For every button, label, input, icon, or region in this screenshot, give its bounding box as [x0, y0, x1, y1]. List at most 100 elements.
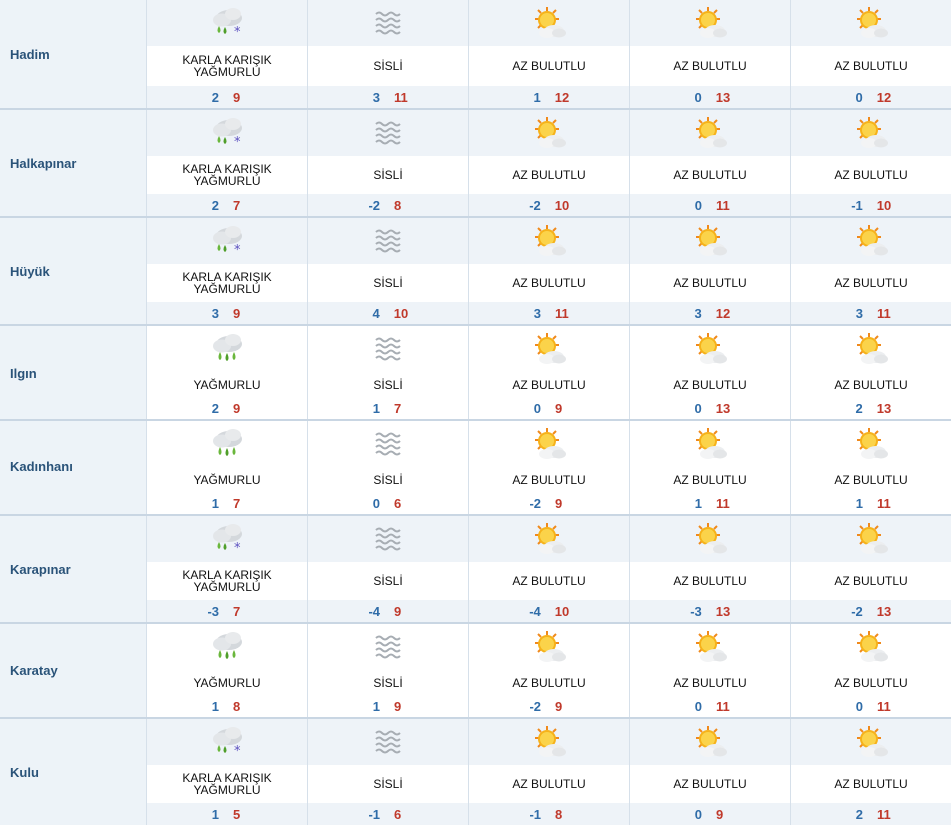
forecast-day-cell: AZ BULUTLU -2 13	[791, 516, 951, 622]
district-name[interactable]: Halkapınar	[10, 156, 76, 171]
forecast-day-cell: AZ BULUTLU 2 11	[791, 719, 951, 825]
weather-icon-area	[308, 326, 468, 372]
min-temperature: 1	[211, 806, 219, 822]
min-temperature: -2	[529, 197, 541, 213]
condition-label: YAĞMURLU	[147, 670, 307, 695]
max-temperature: 9	[716, 806, 724, 822]
temperature-range: 3 11	[791, 302, 951, 324]
forecast-day-cell: * KARLA KARIŞIK YAĞMURLU 3 9	[147, 218, 308, 324]
fog-icon	[368, 115, 408, 151]
table-row: Hüyük * KARLA KARIŞIK YAĞMURLU 3 9 SİSLİ 4 1…	[0, 216, 951, 324]
min-temperature: -4	[368, 603, 380, 619]
forecast-day-cell: AZ BULUTLU -3 13	[630, 516, 791, 622]
min-temperature: -3	[207, 603, 219, 619]
temperature-range: 3 11	[308, 86, 468, 108]
max-temperature: 6	[394, 806, 402, 822]
temperature-range: 3 11	[469, 302, 629, 324]
temperature-range: -2 13	[791, 600, 951, 622]
condition-label: KARLA KARIŞIK YAĞMURLU	[147, 562, 307, 600]
weather-icon-area	[630, 218, 790, 264]
weather-icon-area	[308, 624, 468, 670]
partly-cloudy-sun-icon	[851, 5, 891, 41]
temperature-range: 18	[147, 695, 307, 717]
partly-cloudy-sun-icon	[529, 521, 569, 557]
min-temperature: 0	[372, 495, 380, 511]
sleet-icon: *	[207, 223, 247, 259]
forecast-day-cell: AZ BULUTLU 1 11	[791, 421, 951, 514]
table-row: Ilgın YAĞMURLU 2 9 SİSLİ 1 7 AZ BULUTLU 0 9	[0, 324, 951, 419]
max-temperature: 11	[716, 197, 730, 213]
condition-label: AZ BULUTLU	[791, 467, 951, 492]
condition-label: AZ BULUTLU	[630, 765, 790, 803]
district-name[interactable]: Hüyük	[10, 264, 50, 279]
weather-icon-area	[147, 624, 307, 670]
forecast-day-cell: AZ BULUTLU 1 11	[630, 421, 791, 514]
forecast-day-cell: SİSLİ -2 8	[308, 110, 469, 216]
temperature-range: 0 13	[630, 86, 790, 108]
district-cell: Karapınar	[0, 516, 147, 622]
district-name[interactable]: Kadınhanı	[10, 459, 73, 474]
forecast-day-cell: AZ BULUTLU 0 9	[630, 719, 791, 825]
temperature-range: -2 10	[469, 194, 629, 216]
temperature-range: 2 13	[791, 397, 951, 419]
condition-label: AZ BULUTLU	[791, 562, 951, 600]
condition-label: YAĞMURLU	[147, 467, 307, 492]
district-name[interactable]: Karapınar	[10, 562, 71, 577]
condition-label: AZ BULUTLU	[469, 156, 629, 194]
max-temperature: 7	[233, 495, 241, 511]
min-temperature: 0	[855, 89, 863, 105]
district-name[interactable]: Ilgın	[10, 366, 37, 381]
district-name[interactable]: Hadim	[10, 47, 50, 62]
condition-label: AZ BULUTLU	[469, 765, 629, 803]
forecast-day-cell: AZ BULUTLU 0 11	[630, 110, 791, 216]
min-temperature: 2	[855, 400, 863, 416]
temperature-range: 17	[147, 492, 307, 514]
rain-icon	[207, 426, 247, 462]
min-temperature: 2	[211, 89, 219, 105]
temperature-range: 09	[630, 803, 790, 825]
min-temperature: -2	[368, 197, 380, 213]
condition-label: YAĞMURLU	[147, 372, 307, 397]
district-name[interactable]: Kulu	[10, 765, 39, 780]
partly-cloudy-sun-icon	[690, 629, 730, 665]
fog-icon	[368, 223, 408, 259]
max-temperature: 9	[233, 400, 241, 416]
weather-icon-area	[791, 516, 951, 562]
min-temperature: -1	[529, 806, 541, 822]
forecast-day-cell: AZ BULUTLU 2 13	[791, 326, 951, 419]
temperature-range: -4 10	[469, 600, 629, 622]
temperature-range: -1 10	[791, 194, 951, 216]
weather-icon-area	[630, 516, 790, 562]
condition-label: KARLA KARIŞIK YAĞMURLU	[147, 46, 307, 86]
max-temperature: 10	[393, 305, 409, 321]
max-temperature: 13	[876, 603, 892, 619]
partly-cloudy-sun-icon	[851, 426, 891, 462]
partly-cloudy-sun-icon	[529, 5, 569, 41]
forecast-day-cell: SİSLİ 3 11	[308, 0, 469, 108]
forecast-day-cell: AZ BULUTLU -1 10	[791, 110, 951, 216]
weather-icon-area	[791, 110, 951, 156]
condition-label: AZ BULUTLU	[469, 467, 629, 492]
max-temperature: 9	[233, 89, 241, 105]
temperature-range: 0 11	[630, 695, 790, 717]
forecast-day-cell: YAĞMURLU 1 8	[147, 624, 308, 717]
district-name[interactable]: Karatay	[10, 663, 58, 678]
temperature-range: 09	[469, 397, 629, 419]
min-temperature: 0	[694, 400, 702, 416]
max-temperature: 9	[394, 698, 402, 714]
weather-icon-area	[308, 0, 468, 46]
partly-cloudy-sun-icon	[690, 5, 730, 41]
partly-cloudy-sun-icon	[851, 629, 891, 665]
fog-icon	[368, 724, 408, 760]
min-temperature: 0	[694, 806, 702, 822]
weather-icon-area	[469, 0, 629, 46]
sleet-icon: *	[207, 724, 247, 760]
weather-icon-area	[630, 326, 790, 372]
weather-icon-area: *	[147, 719, 307, 765]
min-temperature: 1	[372, 400, 380, 416]
temperature-range: 06	[308, 492, 468, 514]
forecast-day-cell: AZ BULUTLU 0 12	[791, 0, 951, 108]
min-temperature: 4	[372, 305, 380, 321]
temperature-range: 2 11	[791, 803, 951, 825]
svg-text:*: *	[234, 135, 241, 150]
